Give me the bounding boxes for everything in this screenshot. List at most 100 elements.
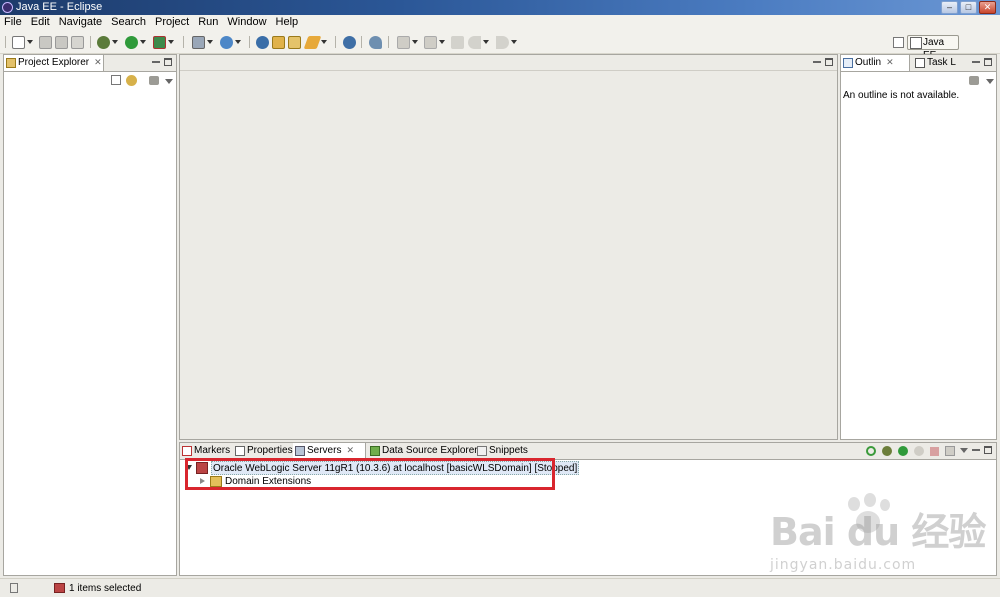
close-tab-icon[interactable]: ✕ <box>886 55 894 70</box>
save-all-button[interactable] <box>55 35 68 49</box>
toolbar-separator <box>335 36 336 48</box>
watermark: Bai du 经验 jingyan.baidu.com <box>770 493 1000 585</box>
maximize-view-button[interactable] <box>164 58 172 66</box>
markers-icon <box>182 446 192 456</box>
browser-globe-icon <box>343 35 356 49</box>
minimize-view-button[interactable] <box>972 58 980 66</box>
tab-label: Project Explorer <box>18 57 90 68</box>
last-edit-button[interactable] <box>451 35 464 49</box>
watermark-brand: Bai du 经验 <box>770 510 986 554</box>
next-annotation-button[interactable] <box>397 35 418 49</box>
tab-markers[interactable]: Markers <box>180 443 231 459</box>
properties-icon <box>235 446 245 456</box>
menu-edit[interactable]: Edit <box>26 15 54 30</box>
editor-minmax <box>813 58 833 66</box>
maximize-view-button[interactable] <box>984 58 992 66</box>
perspective-java-ee[interactable]: Java EE <box>907 35 959 61</box>
toolbar-separator <box>5 36 6 48</box>
view-filter-icon[interactable] <box>149 76 159 85</box>
debug-button[interactable] <box>97 35 118 49</box>
java-ee-icon <box>910 37 922 49</box>
tab-label: Properties <box>247 445 293 456</box>
minimize-window-button[interactable]: – <box>941 1 958 14</box>
web-browser-button[interactable] <box>343 35 356 49</box>
outline-icon <box>843 58 853 68</box>
open-resource-button[interactable] <box>272 35 285 49</box>
tab-label: Outlin <box>855 57 882 68</box>
close-window-button[interactable]: ✕ <box>979 1 996 14</box>
toolbar-separator <box>388 36 389 48</box>
window-title: Java EE - Eclipse <box>16 1 103 13</box>
minimize-editor-button[interactable] <box>813 58 821 66</box>
highlight-box <box>185 458 555 490</box>
menu-window[interactable]: Window <box>222 15 270 30</box>
close-tab-icon[interactable]: ✕ <box>94 55 102 70</box>
tab-properties[interactable]: Properties <box>233 443 293 459</box>
open-type-button[interactable] <box>256 35 269 49</box>
search-button[interactable] <box>369 35 382 49</box>
view-menu-icon[interactable] <box>986 79 994 84</box>
watermark-url: jingyan.baidu.com <box>770 557 917 573</box>
minimize-view-button[interactable] <box>152 58 160 66</box>
open-perspective-button[interactable] <box>893 37 904 48</box>
print-icon <box>71 35 84 49</box>
title-bar: Java EE - Eclipse – □ ✕ <box>0 0 1000 15</box>
collapse-all-icon[interactable] <box>111 75 121 85</box>
view-menu-icon[interactable] <box>165 79 173 84</box>
external-tools-button[interactable] <box>153 35 174 49</box>
fast-view-icon[interactable] <box>10 583 18 593</box>
menu-project[interactable]: Project <box>150 15 193 30</box>
new-button[interactable] <box>12 35 33 49</box>
maximize-view-button[interactable] <box>984 446 992 454</box>
globe-icon <box>220 35 233 49</box>
last-edit-icon <box>451 35 464 49</box>
status-bar: 1 items selected <box>0 578 1000 597</box>
project-explorer-view: Project Explorer ✕ <box>3 54 177 576</box>
project-explorer-tabbar: Project Explorer ✕ <box>4 55 176 72</box>
tab-data-source-explorer[interactable]: Data Source Explorer <box>368 443 478 459</box>
toolbar-separator <box>361 36 362 48</box>
server-status-icon <box>54 583 65 593</box>
back-arrow-icon <box>468 35 481 49</box>
forward-arrow-icon <box>496 35 509 49</box>
pencil-button[interactable] <box>303 35 327 49</box>
menu-file[interactable]: File <box>0 15 26 30</box>
tab-servers[interactable]: Servers ✕ <box>293 443 366 459</box>
back-button[interactable] <box>468 35 489 49</box>
start-server-icon[interactable] <box>898 446 908 456</box>
tab-snippets[interactable]: Snippets <box>475 443 528 459</box>
save-button[interactable] <box>39 35 52 49</box>
menu-search[interactable]: Search <box>106 15 150 30</box>
outline-filter-icon[interactable] <box>969 76 979 85</box>
menu-navigate[interactable]: Navigate <box>54 15 106 30</box>
restart-server-icon[interactable] <box>866 446 876 456</box>
debug-server-icon[interactable] <box>882 446 892 456</box>
minimize-view-button[interactable] <box>972 446 980 454</box>
prev-annotation-button[interactable] <box>424 35 445 49</box>
maximize-window-button[interactable]: □ <box>960 1 977 14</box>
profile-server-icon[interactable] <box>914 446 924 456</box>
tab-project-explorer[interactable]: Project Explorer ✕ <box>4 55 104 71</box>
close-tab-icon[interactable]: ✕ <box>346 443 354 458</box>
outline-view: Outlin ✕ Task L An outline is not availab… <box>840 54 997 440</box>
menu-run[interactable]: Run <box>193 15 222 30</box>
view-menu-icon[interactable] <box>960 448 968 453</box>
toolbar-separator <box>249 36 250 48</box>
menu-help[interactable]: Help <box>271 15 303 30</box>
forward-button[interactable] <box>496 35 517 49</box>
new-web-button[interactable] <box>220 35 241 49</box>
link-with-editor-icon[interactable] <box>126 75 137 86</box>
print-button[interactable] <box>71 35 84 49</box>
new-server-button[interactable] <box>192 35 213 49</box>
toolbar-separator <box>90 36 91 48</box>
stop-server-icon[interactable] <box>930 447 939 456</box>
open-task-button[interactable] <box>288 35 301 49</box>
tab-task-list[interactable]: Task L <box>913 55 958 71</box>
tab-outline[interactable]: Outlin ✕ <box>841 55 910 71</box>
open-type-icon <box>256 35 269 49</box>
selection-status: 1 items selected <box>69 583 142 594</box>
publish-server-icon[interactable] <box>945 446 955 456</box>
maximize-editor-button[interactable] <box>825 58 833 66</box>
tab-label: Snippets <box>489 445 528 456</box>
run-button[interactable] <box>125 35 146 49</box>
